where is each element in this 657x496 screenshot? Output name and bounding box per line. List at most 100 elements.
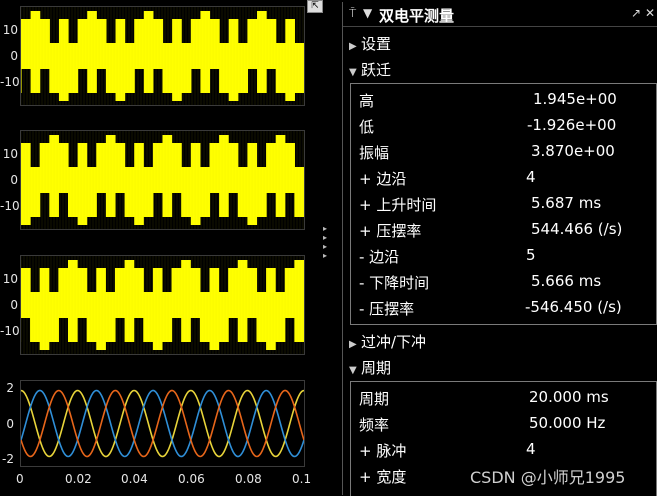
- waveform-block: [59, 19, 69, 101]
- waveform-block: [172, 268, 182, 318]
- measure-label: 频率: [359, 414, 389, 435]
- measure-value: 20.000 ms: [529, 388, 609, 406]
- scope-axes-4[interactable]: [20, 380, 305, 467]
- bilevel-measurements-panel: ⍑ ▼ 双电平测量 ↗ ✕ ▶设置 ▼跃迁 高 1.945e+00 低 -1.9…: [342, 2, 657, 495]
- ytick: -10: [0, 199, 18, 213]
- waveform-block: [200, 167, 210, 217]
- waveform-block: [134, 143, 144, 225]
- measure-label: 高: [359, 90, 374, 111]
- section-transitions[interactable]: ▼跃迁: [349, 59, 391, 80]
- waveform-block: [153, 143, 163, 193]
- measure-label: + 边沿: [359, 168, 406, 189]
- scope-trace-2: [21, 131, 304, 229]
- undock-panel-icon[interactable]: ↗: [631, 6, 641, 20]
- measure-value: 5.687 ms: [531, 194, 601, 212]
- waveform-block: [191, 143, 201, 225]
- ytick: 0: [0, 173, 18, 187]
- measure-label: + 上升时间: [359, 194, 436, 215]
- waveform-block: [266, 143, 276, 193]
- waveform-block: [96, 268, 106, 350]
- measure-value: 5: [526, 246, 536, 264]
- waveform-block: [200, 11, 210, 93]
- scope-axes-3[interactable]: [20, 255, 305, 355]
- section-overshoot[interactable]: ▶过冲/下冲: [349, 331, 426, 352]
- waveform-block: [162, 292, 172, 342]
- xtick: 0.04: [121, 472, 148, 486]
- undock-icon[interactable]: ⇱: [307, 0, 323, 13]
- waveform-block: [172, 143, 182, 193]
- waveform-block: [153, 268, 163, 350]
- scope-axes-1[interactable]: [20, 6, 305, 106]
- xtick: 0: [16, 472, 24, 486]
- waveform-block: [209, 268, 219, 350]
- waveform-block: [163, 135, 173, 217]
- measure-value: -1.926e+00: [527, 116, 616, 134]
- scope-trace-3: [21, 256, 304, 354]
- waveform-block: [294, 43, 304, 93]
- scope-axes-2[interactable]: [20, 130, 305, 230]
- measure-value: 4: [526, 168, 536, 186]
- watermark: CSDN @小师兄1995: [470, 464, 625, 488]
- waveform-block: [276, 43, 286, 93]
- xtick: 0.02: [65, 472, 92, 486]
- section-label: 过冲/下冲: [361, 333, 426, 351]
- waveform-block: [68, 167, 78, 217]
- waveform-block: [87, 167, 97, 217]
- panel-collapse-arrows[interactable]: ▸▸▸▸: [323, 224, 333, 260]
- measure-label: - 边沿: [359, 246, 399, 267]
- measure-label: - 压摆率: [359, 298, 414, 319]
- measure-label: + 宽度: [359, 466, 406, 487]
- measure-value: 1.945e+00: [533, 90, 617, 108]
- close-icon[interactable]: ✕: [645, 6, 655, 20]
- waveform-block: [153, 19, 163, 69]
- waveform-block: [209, 143, 219, 193]
- waveform-block: [78, 143, 88, 225]
- measure-value: 3.870e+00: [531, 142, 615, 160]
- scope-trace-4: [21, 381, 304, 466]
- panel-titlebar: ⍑ ▼ 双电平测量 ↗ ✕: [343, 2, 657, 27]
- measure-label: + 脉冲: [359, 440, 406, 461]
- waveform-block: [68, 43, 78, 93]
- xtick: 0.08: [235, 472, 262, 486]
- section-cycles[interactable]: ▼周期: [349, 357, 391, 378]
- waveform-block: [143, 292, 153, 342]
- waveform-block: [181, 43, 191, 93]
- chevron-down-icon: ▼: [349, 67, 361, 78]
- measure-label: 低: [359, 116, 374, 137]
- measure-value: 4: [526, 440, 536, 458]
- ytick: 0: [0, 49, 18, 63]
- waveform-block: [143, 167, 153, 217]
- measure-value: 50.000 Hz: [529, 414, 605, 432]
- waveform-block: [21, 268, 31, 318]
- waveform-block: [200, 292, 210, 342]
- ytick: -2: [0, 452, 14, 466]
- chevron-right-icon: ▶: [349, 41, 361, 52]
- waveform-block: [276, 135, 286, 217]
- waveform-block: [285, 143, 295, 193]
- pin-icon[interactable]: ⍑: [349, 6, 356, 21]
- ytick: 0: [0, 298, 18, 312]
- measure-value: -546.450 (/s): [525, 298, 622, 316]
- xtick: 0.1: [292, 472, 311, 486]
- waveform-block: [266, 19, 276, 69]
- waveform-block: [275, 292, 285, 342]
- waveform-block: [40, 19, 50, 69]
- waveform-block: [181, 167, 191, 217]
- measure-value: 544.466 (/s): [531, 220, 622, 238]
- waveform-block: [40, 143, 50, 193]
- chevron-down-icon[interactable]: ▼: [363, 6, 372, 20]
- waveform-block: [303, 268, 304, 318]
- section-settings[interactable]: ▶设置: [349, 33, 391, 54]
- waveform-block: [209, 19, 219, 69]
- panel-title: 双电平测量: [379, 5, 454, 26]
- measure-label: 振幅: [359, 142, 389, 163]
- waveform-block: [266, 268, 276, 350]
- waveform-block: [257, 11, 267, 93]
- ytick: -10: [0, 75, 18, 89]
- waveform-block: [219, 43, 229, 93]
- ytick: 10: [0, 147, 18, 161]
- measure-label: + 压摆率: [359, 220, 421, 241]
- waveform-block: [68, 260, 78, 342]
- waveform-block: [219, 135, 229, 217]
- waveform-block: [30, 167, 40, 217]
